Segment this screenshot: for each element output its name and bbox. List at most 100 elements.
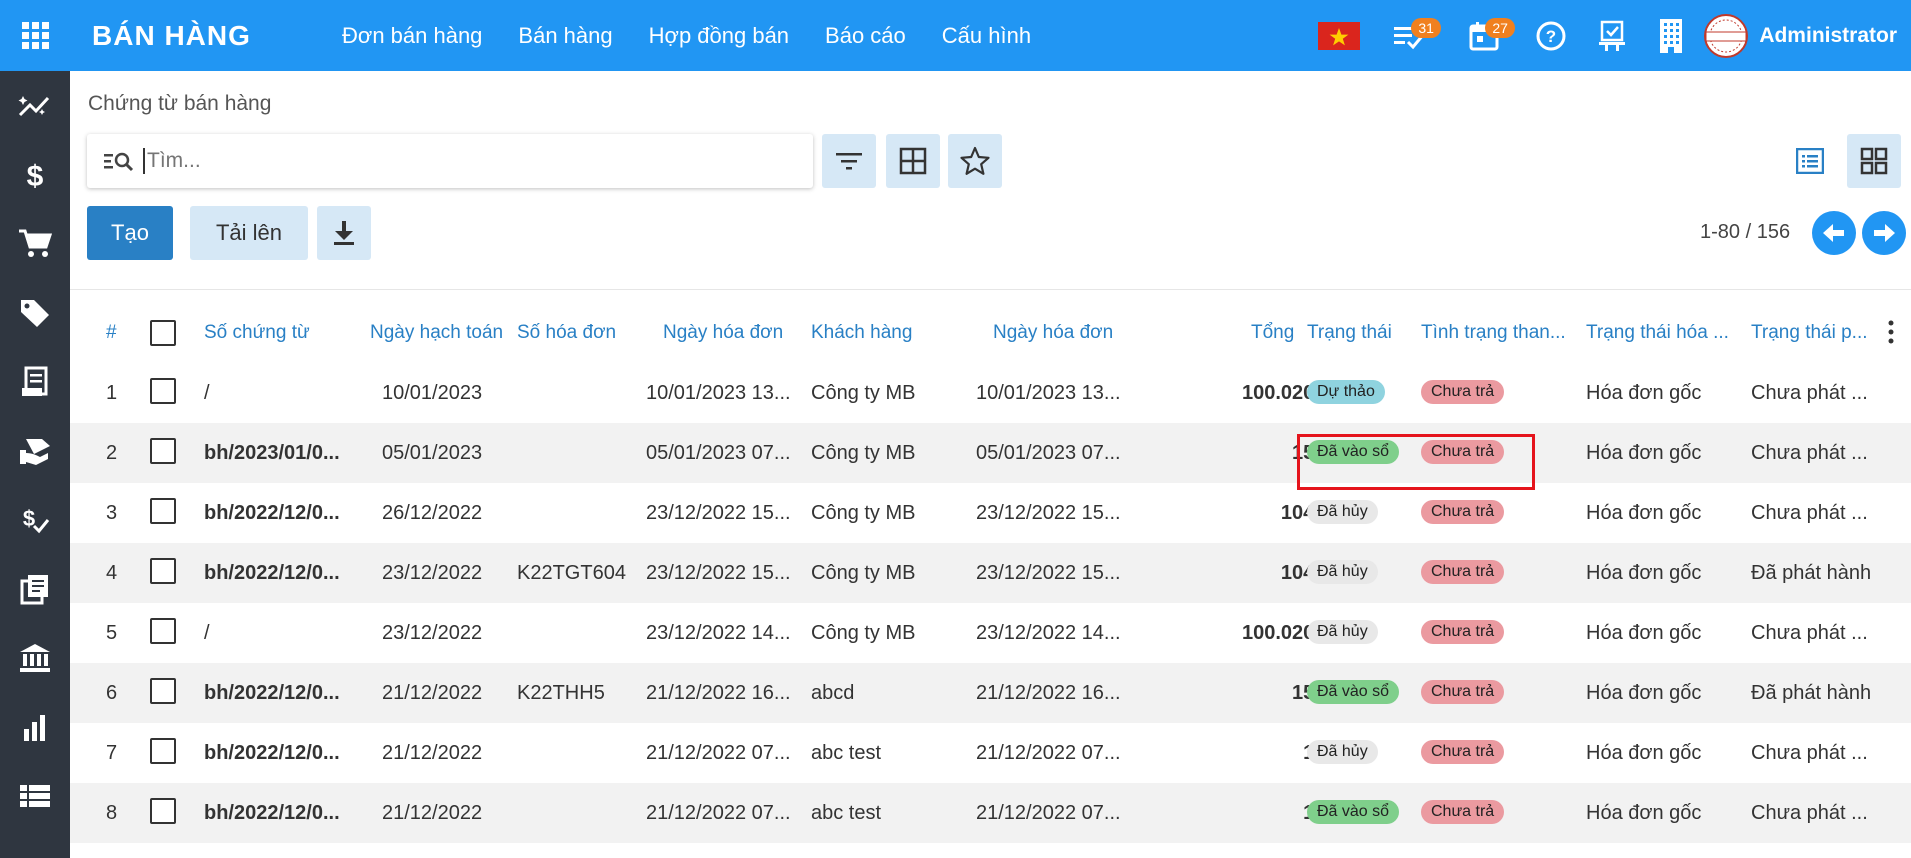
col-header-so-chung-tu[interactable]: Số chứng từ [204, 322, 310, 344]
svg-text:$: $ [27, 160, 44, 191]
column-options-icon[interactable] [1888, 320, 1894, 350]
status-badge: Đã hủy [1307, 739, 1378, 764]
col-header-index: # [106, 322, 117, 343]
menu-item-bao-cao[interactable]: Báo cáo [807, 23, 924, 49]
row-checkbox[interactable] [150, 738, 176, 764]
cell-khach-hang: abc test [811, 741, 882, 764]
kanban-view-button[interactable] [1847, 134, 1901, 188]
menu-item-hop-dong-ban[interactable]: Hợp đồng bán [631, 23, 807, 49]
row-index: 4 [106, 561, 118, 584]
col-header-ngay-hoa-don[interactable]: Ngày hóa đơn [663, 322, 783, 344]
cell-trang-thai-phat-hanh: Chưa phát ... [1751, 741, 1868, 764]
search-icon [95, 150, 143, 172]
cell-so-chung-tu: bh/2022/12/0... [204, 501, 340, 524]
cell-ngay-hoa-don-2: 21/12/2022 07... [976, 741, 1121, 764]
table-row[interactable]: 5 / 23/12/2022 23/12/2022 14... Công ty MB 23… [70, 603, 1911, 663]
cell-ngay-hoa-don: 21/12/2022 07... [646, 801, 791, 824]
money-check-icon[interactable]: $ [0, 485, 70, 554]
table-row[interactable]: 4 bh/2022/12/0... 23/12/2022 K22TGT604 23/12… [70, 543, 1911, 603]
cart-icon[interactable] [0, 209, 70, 278]
payment-status-badge: Chưa trả [1421, 559, 1505, 584]
row-checkbox[interactable] [150, 618, 176, 644]
upload-button[interactable]: Tải lên [190, 206, 308, 260]
pager-value[interactable]: 1-80 / 156 [1700, 221, 1790, 244]
menu-item-ban-hang[interactable]: Bán hàng [500, 23, 630, 49]
row-checkbox[interactable] [150, 438, 176, 464]
user-avatar[interactable] [1701, 0, 1751, 71]
list-icon[interactable] [0, 761, 70, 830]
create-button[interactable]: Tạo [87, 206, 173, 260]
table-row[interactable]: 1 / 10/01/2023 10/01/2023 13... Công ty MB 10… [70, 363, 1911, 423]
cell-so-chung-tu: / [204, 621, 210, 644]
cell-trang-thai-hoa-don: Hóa đơn gốc [1586, 621, 1702, 644]
download-button[interactable] [317, 206, 371, 260]
row-checkbox[interactable] [150, 678, 176, 704]
calendar-icon[interactable]: 27 [1449, 0, 1519, 71]
activities-icon[interactable]: 31 [1369, 0, 1449, 71]
menu-item-don-ban-hang[interactable]: Đơn bán hàng [324, 23, 500, 49]
col-header-ngay-hach-toan[interactable]: Ngày hạch toán [370, 322, 503, 344]
cell-ngay-hoa-don: 21/12/2022 16... [646, 681, 791, 704]
pager-next-button[interactable] [1862, 211, 1906, 255]
cell-ngay-hach-toan: 05/01/2023 [382, 441, 483, 464]
table-row[interactable]: 7 bh/2022/12/0... 21/12/2022 21/12/2022 07.… [70, 723, 1911, 783]
top-navbar: BÁN HÀNG Đơn bán hàng Bán hàng Hợp đồng … [0, 0, 1911, 71]
col-header-ngay-hoa-don-2[interactable]: Ngày hóa đơn [993, 322, 1113, 344]
col-header-so-hoa-don[interactable]: Số hóa đơn [517, 322, 616, 344]
main-menu: Đơn bán hàng Bán hàng Hợp đồng bán Báo c… [324, 23, 1049, 49]
col-header-trang-thai-hoa-don[interactable]: Trạng thái hóa ... [1586, 322, 1729, 344]
cell-trang-thai-phat-hanh: Chưa phát ... [1751, 621, 1868, 644]
receipt-icon[interactable] [0, 347, 70, 416]
col-header-tinh-trang-thanh-toan[interactable]: Tình trạng than... [1421, 322, 1566, 344]
col-header-tong[interactable]: Tổng [1251, 322, 1294, 344]
row-checkbox[interactable] [150, 798, 176, 824]
cell-trang-thai-phat-hanh: Chưa phát ... [1751, 801, 1868, 824]
cell-ngay-hach-toan: 10/01/2023 [382, 381, 483, 404]
trend-icon[interactable] [0, 71, 70, 140]
group-by-button[interactable] [886, 134, 940, 188]
journal-icon[interactable] [0, 554, 70, 623]
row-checkbox[interactable] [150, 378, 176, 404]
cell-ngay-hach-toan: 23/12/2022 [382, 561, 483, 584]
row-checkbox[interactable] [150, 498, 176, 524]
list-view-button[interactable] [1783, 134, 1837, 188]
company-building-icon[interactable] [1641, 0, 1701, 71]
table-row[interactable]: 2 bh/2023/01/0... 05/01/2023 05/01/2023 07.… [70, 423, 1911, 483]
chart-icon[interactable] [0, 692, 70, 761]
cell-ngay-hach-toan: 26/12/2022 [382, 501, 483, 524]
search-input[interactable] [143, 148, 783, 174]
pager-previous-button[interactable] [1812, 211, 1856, 255]
table-row[interactable]: 3 bh/2022/12/0... 26/12/2022 23/12/2022 15.… [70, 483, 1911, 543]
select-all-checkbox[interactable] [150, 320, 176, 346]
row-checkbox[interactable] [150, 558, 176, 584]
cell-trang-thai-phat-hanh: Chưa phát ... [1751, 441, 1868, 464]
cell-trang-thai-hoa-don: Hóa đơn gốc [1586, 561, 1702, 584]
status-badge: Đã hủy [1307, 559, 1378, 584]
bank-icon[interactable] [0, 623, 70, 692]
col-header-trang-thai-phat-hanh[interactable]: Trạng thái p... [1751, 322, 1868, 344]
col-header-trang-thai[interactable]: Trạng thái [1307, 322, 1392, 344]
arrow-right-icon [1874, 224, 1895, 242]
language-flag-icon[interactable] [1309, 0, 1369, 71]
list-view-icon [1796, 148, 1824, 174]
download-icon [334, 221, 354, 245]
col-header-khach-hang[interactable]: Khách hàng [811, 322, 912, 344]
table-row[interactable]: 8 bh/2022/12/0... 21/12/2022 21/12/2022 07.… [70, 783, 1911, 843]
user-name[interactable]: Administrator [1759, 24, 1897, 48]
menu-item-cau-hinh[interactable]: Cấu hình [924, 23, 1049, 49]
cell-trang-thai-phat-hanh: Chưa phát ... [1751, 501, 1868, 524]
help-icon[interactable]: ? [1519, 0, 1583, 71]
favorites-button[interactable] [948, 134, 1002, 188]
checklist-desk-icon[interactable] [1583, 0, 1641, 71]
cell-ngay-hach-toan: 23/12/2022 [382, 621, 483, 644]
tag-icon[interactable] [0, 278, 70, 347]
cell-trang-thai-hoa-don: Hóa đơn gốc [1586, 741, 1702, 764]
table-row[interactable]: 6 bh/2022/12/0... 21/12/2022 K22THH5 21/12/2… [70, 663, 1911, 723]
filter-button[interactable] [822, 134, 876, 188]
app-menu-icon[interactable] [0, 0, 70, 71]
payment-icon[interactable] [0, 416, 70, 485]
dollar-icon[interactable]: $ [0, 140, 70, 209]
cell-trang-thai-phat-hanh: Chưa phát ... [1751, 381, 1868, 404]
highlight-box [1297, 434, 1535, 490]
cell-ngay-hoa-don-2: 23/12/2022 15... [976, 501, 1121, 524]
